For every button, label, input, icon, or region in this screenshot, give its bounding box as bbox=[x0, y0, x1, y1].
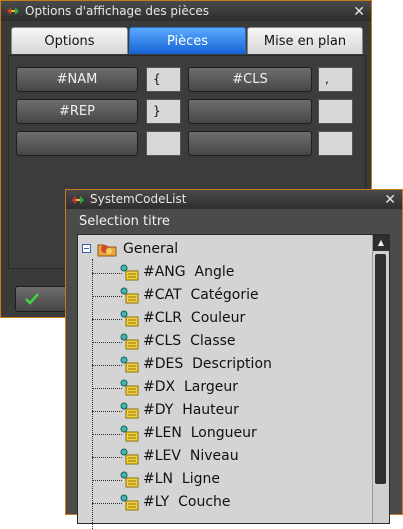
code-item-icon bbox=[120, 287, 139, 304]
tree-connector-line bbox=[92, 365, 122, 366]
code-item-icon bbox=[120, 471, 139, 488]
separator-field-1[interactable]: { bbox=[146, 67, 181, 92]
code-button-rep[interactable]: #REP bbox=[16, 99, 138, 124]
code-item-icon bbox=[120, 264, 139, 281]
tab-bar: Options Pièces Mise en plan bbox=[11, 27, 363, 55]
options-dialog-titlebar[interactable]: Options d'affichage des pièces ✕ bbox=[1, 1, 371, 21]
tree-item-label: #DES Description bbox=[143, 356, 272, 372]
tree-item-label: #LEV Niveau bbox=[143, 448, 239, 464]
tree-connector-line bbox=[92, 411, 122, 412]
code-item-icon bbox=[120, 356, 139, 373]
tree-item-label: #CAT Catégorie bbox=[143, 287, 259, 303]
tree-item-label: #CLR Couleur bbox=[143, 310, 246, 326]
tree-connector-line bbox=[92, 388, 122, 389]
code-item-icon bbox=[120, 402, 139, 419]
collapse-icon[interactable] bbox=[82, 244, 91, 253]
system-code-list-window: SystemCodeList ✕ Selection titre General… bbox=[65, 189, 403, 529]
app-icon bbox=[72, 196, 84, 204]
separator-field-2[interactable]: , bbox=[318, 67, 353, 92]
tree-item-label: #LY Couche bbox=[143, 494, 231, 510]
tree-item[interactable]: #LY Couche bbox=[92, 491, 372, 514]
code-item-icon bbox=[120, 494, 139, 511]
tree-item[interactable]: #ANG Angle bbox=[92, 261, 372, 284]
tree-item[interactable]: #LEN Longueur bbox=[92, 422, 372, 445]
scroll-up-arrow-icon[interactable]: ▲ bbox=[373, 235, 389, 251]
tab-pieces[interactable]: Pièces bbox=[129, 27, 246, 54]
code-item-icon bbox=[120, 379, 139, 396]
tree-item[interactable]: #DY Hauteur bbox=[92, 399, 372, 422]
separator-field-4[interactable] bbox=[318, 99, 353, 124]
tab-mise-en-plan[interactable]: Mise en plan bbox=[247, 27, 363, 54]
close-icon[interactable]: ✕ bbox=[384, 191, 396, 210]
code-button-empty[interactable] bbox=[188, 131, 312, 156]
tree-connector-line bbox=[92, 319, 122, 320]
system-code-list-title: SystemCodeList bbox=[90, 192, 187, 206]
code-button-cls[interactable]: #CLS bbox=[188, 67, 312, 92]
tree-item-label: #DX Largeur bbox=[143, 379, 239, 395]
tree-connector-line bbox=[92, 342, 122, 343]
tree-root-label: General bbox=[123, 241, 179, 257]
tree-item[interactable]: #CLS Classe bbox=[92, 330, 372, 353]
tree-item[interactable]: #DES Description bbox=[92, 353, 372, 376]
tree-item-label: #LN Ligne bbox=[143, 471, 220, 487]
tree-connector-line bbox=[92, 296, 122, 297]
tree-item-label: #DY Hauteur bbox=[143, 402, 239, 418]
selection-title-label: Selection titre bbox=[79, 214, 170, 229]
tree-item[interactable]: #DX Largeur bbox=[92, 376, 372, 399]
tree-connector-line bbox=[92, 480, 122, 481]
tree-item[interactable]: #LEV Niveau bbox=[92, 445, 372, 468]
tree-item[interactable]: #LN Ligne bbox=[92, 468, 372, 491]
app-icon bbox=[7, 7, 19, 15]
code-item-icon bbox=[120, 310, 139, 327]
tree-item-label: #CLS Classe bbox=[143, 333, 236, 349]
separator-field-6[interactable] bbox=[318, 131, 353, 156]
tree-connector-line bbox=[92, 503, 122, 504]
system-code-list-titlebar[interactable]: SystemCodeList ✕ bbox=[66, 190, 402, 209]
code-item-icon bbox=[120, 333, 139, 350]
code-tree[interactable]: General #ANG Angle #CAT Catégorie #CLR Cou… bbox=[77, 234, 390, 529]
scrollbar-thumb[interactable] bbox=[375, 254, 386, 484]
code-item-icon bbox=[120, 425, 139, 442]
close-icon[interactable]: ✕ bbox=[353, 2, 365, 22]
options-dialog-title: Options d'affichage des pièces bbox=[25, 4, 209, 18]
check-icon bbox=[25, 293, 39, 305]
tree-item-label: #ANG Angle bbox=[143, 264, 235, 280]
tree-item[interactable]: #CLR Couleur bbox=[92, 307, 372, 330]
code-button-nam[interactable]: #NAM bbox=[16, 67, 138, 92]
vertical-scrollbar[interactable]: ▲ bbox=[372, 235, 389, 523]
tree-connector-line bbox=[92, 434, 122, 435]
tree-item-label: #LEN Longueur bbox=[143, 425, 257, 441]
tab-options[interactable]: Options bbox=[11, 27, 128, 54]
separator-field-5[interactable] bbox=[146, 131, 181, 156]
tree-item[interactable]: #CAT Catégorie bbox=[92, 284, 372, 307]
code-button-empty[interactable] bbox=[188, 99, 312, 124]
separator-field-3[interactable]: } bbox=[146, 99, 181, 124]
folder-icon bbox=[97, 244, 117, 257]
code-item-icon bbox=[120, 448, 139, 465]
tree-connector-line bbox=[92, 457, 122, 458]
tree-connector-line bbox=[92, 273, 122, 274]
code-button-empty[interactable] bbox=[16, 131, 138, 156]
